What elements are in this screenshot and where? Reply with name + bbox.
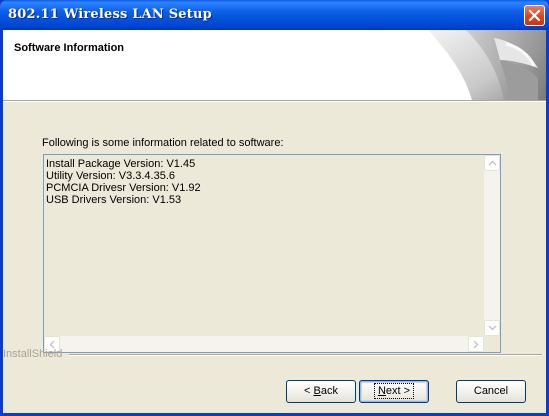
next-focus-ring: Next >: [373, 383, 415, 399]
cancel-button[interactable]: Cancel: [456, 380, 526, 403]
scroll-down-icon: [488, 325, 497, 331]
info-line: Utility Version: V3.3.4.35.6: [46, 170, 176, 182]
installshield-label: InstallShield: [3, 348, 63, 360]
next-label-rest: ext >: [385, 385, 411, 397]
installshield-graphic: [428, 30, 546, 100]
info-line: PCMCIA Drivesr Version: V1.92: [46, 182, 201, 194]
scroll-up-button[interactable]: [484, 155, 500, 171]
footer-divider: [69, 354, 542, 356]
software-info-box[interactable]: Install Package Version: V1.45 Utility V…: [43, 154, 501, 353]
dialog-client-area: Software Information Following is some i…: [3, 30, 546, 413]
horizontal-scrollbar[interactable]: [44, 336, 484, 352]
scroll-up-icon: [488, 160, 497, 166]
scroll-down-button[interactable]: [484, 320, 500, 336]
back-accesskey: B: [313, 385, 321, 397]
scrollbar-corner: [484, 336, 500, 352]
setup-window: 802.11 Wireless LAN Setup Software Infor…: [0, 0, 549, 416]
scroll-right-icon: [473, 340, 479, 349]
software-info-text: Install Package Version: V1.45 Utility V…: [46, 158, 201, 206]
back-button[interactable]: < Back: [286, 380, 356, 403]
intro-text: Following is some information related to…: [42, 137, 284, 149]
header-panel: Software Information: [3, 30, 546, 100]
next-button[interactable]: Next >: [359, 380, 429, 403]
vertical-scrollbar[interactable]: [484, 155, 500, 336]
title-bar[interactable]: 802.11 Wireless LAN Setup: [0, 0, 549, 30]
info-line: Install Package Version: V1.45: [46, 158, 196, 170]
close-icon: [528, 9, 541, 22]
info-line: USB Drivers Version: V1.53: [46, 194, 182, 206]
scroll-right-button[interactable]: [468, 336, 484, 352]
page-title: Software Information: [14, 42, 125, 54]
window-title: 802.11 Wireless LAN Setup: [8, 7, 212, 22]
close-button[interactable]: [524, 5, 545, 26]
header-divider: [3, 100, 546, 102]
next-accesskey: N: [377, 385, 386, 397]
back-label-rest: ack: [320, 385, 338, 397]
